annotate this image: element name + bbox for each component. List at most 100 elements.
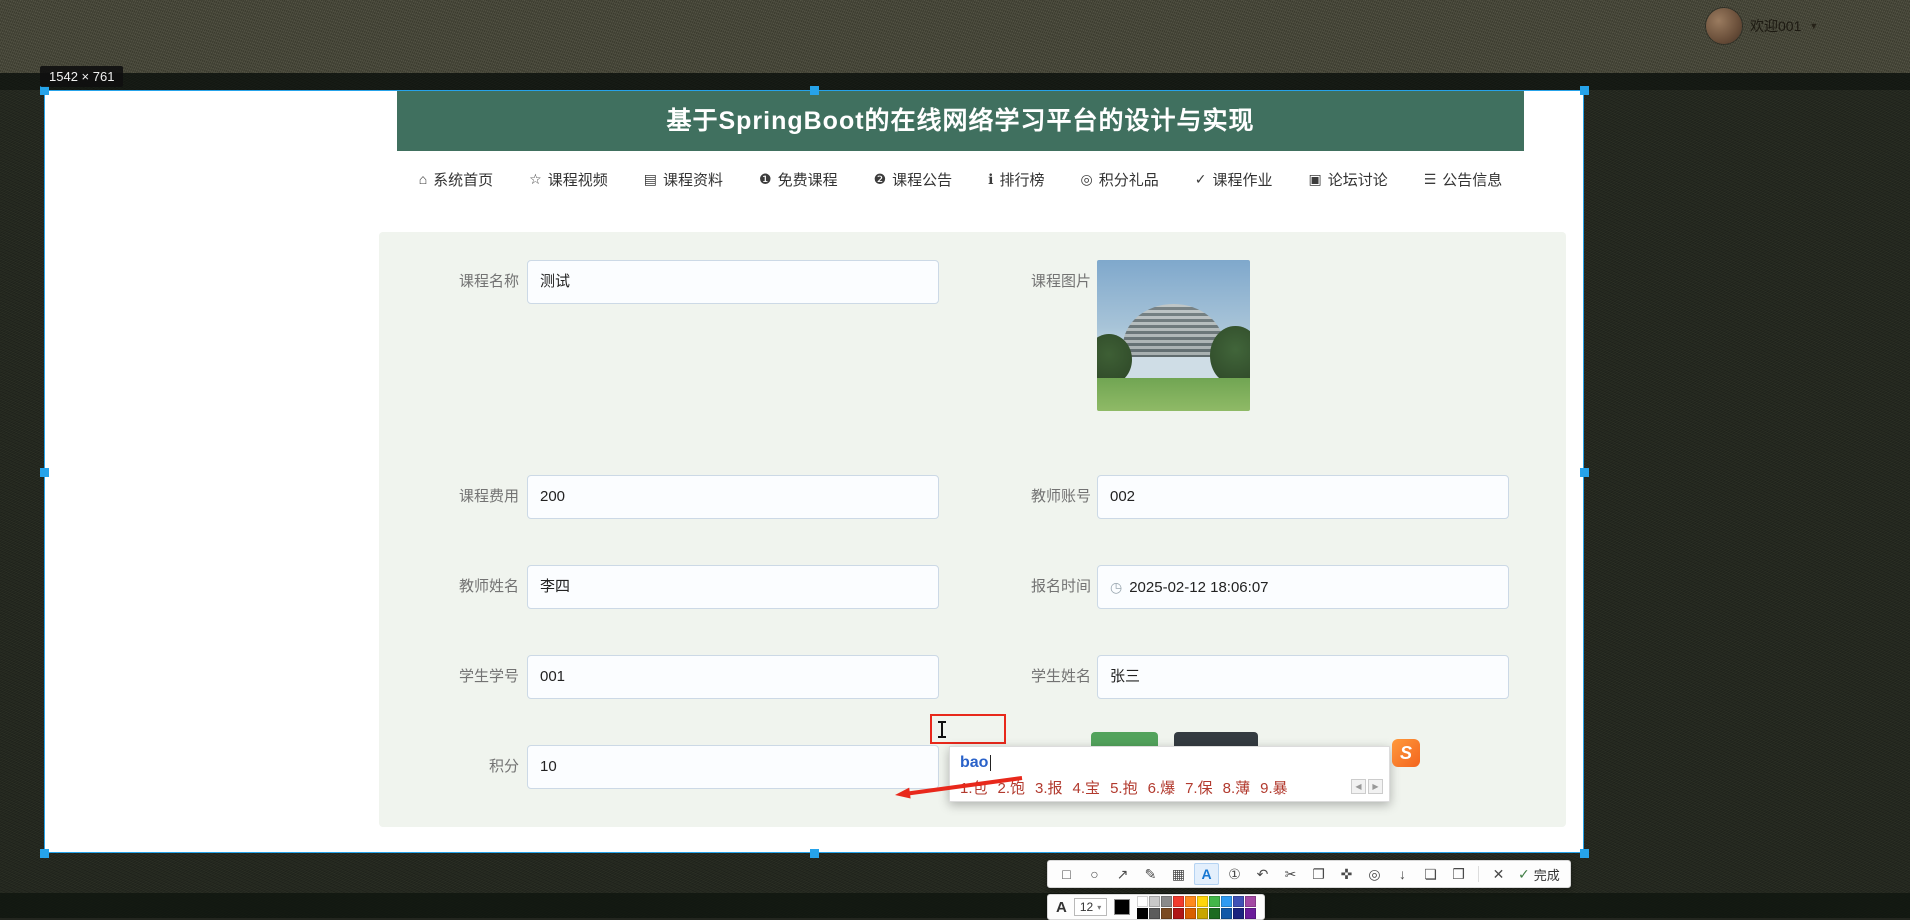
color-palette [1137,896,1256,919]
ime-next-page-button[interactable]: ▶ [1368,779,1383,794]
ime-candidate[interactable]: 7.保 [1185,777,1213,798]
palette-color[interactable] [1209,908,1220,919]
rectangle-tool-icon[interactable]: □ [1054,863,1079,885]
palette-color[interactable] [1221,896,1232,907]
palette-color[interactable] [1173,908,1184,919]
palette-color[interactable] [1233,896,1244,907]
ime-candidate[interactable]: 5.抱 [1110,777,1138,798]
palette-color[interactable] [1137,896,1148,907]
mosaic-tool-icon[interactable]: ▦ [1166,863,1191,885]
user-chip[interactable]: 欢迎001 ▼ [1706,8,1818,44]
palette-color[interactable] [1197,896,1208,907]
selection-handle-top-right[interactable] [1580,86,1589,95]
nav-item-notices[interactable]: ☰ 公告信息 [1424,169,1503,190]
nav-item-label: 免费课程 [778,169,838,190]
sogou-ime-logo[interactable]: S [1392,739,1420,767]
palette-color[interactable] [1197,908,1208,919]
signup-time-input[interactable]: ◷ 2025-02-12 18:06:07 [1097,565,1509,609]
palette-color[interactable] [1173,896,1184,907]
nav-item-course-videos[interactable]: ☆ 课程视频 [529,169,608,190]
palette-color[interactable] [1149,896,1160,907]
palette-color[interactable] [1185,908,1196,919]
copy-icon[interactable]: ❐ [1306,863,1331,885]
current-color-swatch[interactable] [1114,899,1130,915]
course-fee-input[interactable]: 200 [527,475,939,519]
student-id-input[interactable]: 001 [527,655,939,699]
site-header: 基于SpringBoot的在线网络学习平台的设计与实现 [397,91,1524,151]
palette-color[interactable] [1245,896,1256,907]
nav-item-icon: ☆ [529,171,542,188]
ime-candidate[interactable]: 6.爆 [1148,777,1176,798]
nav-item-course-announcements[interactable]: ❷ 课程公告 [874,169,953,190]
palette-color[interactable] [1209,896,1220,907]
screenshot-toolbar: □ ○ ↗ ✎ ▦ A ① ↶ ✂ ❐ ✜ ◎ ↓ ❏ ❒ ✕ ✓ 完成 [1047,860,1571,888]
font-size-select[interactable]: 12 ▾ [1074,898,1107,916]
nav-item-ranking[interactable]: ℹ 排行榜 [988,169,1044,190]
palette-color[interactable] [1245,908,1256,919]
font-indicator: A [1056,899,1067,916]
nav-item-course-materials[interactable]: ▤ 课程资料 [644,169,723,190]
nav-item-course-homework[interactable]: ✓ 课程作业 [1195,169,1273,190]
step-number-tool-icon[interactable]: ① [1222,863,1247,885]
palette-color[interactable] [1233,908,1244,919]
selection-handle-top-left[interactable] [40,86,49,95]
student-name-input[interactable]: 张三 [1097,655,1509,699]
pen-tool-icon[interactable]: ✎ [1138,863,1163,885]
course-name-input[interactable]: 测试 [527,260,939,304]
selection-handle-bottom-right[interactable] [1580,849,1589,858]
palette-color[interactable] [1185,896,1196,907]
palette-color[interactable] [1149,908,1160,919]
student-id-label: 学生学号 [399,655,519,699]
nav-item-free-courses[interactable]: ❶ 免费课程 [759,169,838,190]
close-icon[interactable]: ✕ [1486,863,1511,885]
cut-icon[interactable]: ✂ [1278,863,1303,885]
nav-item-label: 公告信息 [1442,169,1502,190]
student-name-label: 学生姓名 [971,655,1091,699]
done-button[interactable]: ✓ 完成 [1514,865,1564,884]
toolbar-separator [1478,866,1479,882]
selection-handle-top-middle[interactable] [810,86,819,95]
course-image-label: 课程图片 [971,260,1091,304]
dimmed-page-top: 欢迎001 ▼ [0,0,1910,73]
ime-candidate[interactable]: 4.宝 [1073,777,1101,798]
nav-item-label: 课程视频 [548,169,608,190]
selection-handle-bottom-left[interactable] [40,849,49,858]
ime-candidate[interactable]: 8.薄 [1223,777,1251,798]
nav-item-icon: ⌂ [419,171,427,187]
palette-color[interactable] [1161,896,1172,907]
save-icon[interactable]: ❏ [1418,863,1443,885]
download-icon[interactable]: ↓ [1390,863,1415,885]
selection-handle-bottom-middle[interactable] [810,849,819,858]
ellipse-tool-icon[interactable]: ○ [1082,863,1107,885]
palette-color[interactable] [1161,908,1172,919]
nav-item-forum[interactable]: ▣ 论坛讨论 [1308,169,1387,190]
chevron-down-icon[interactable]: ▼ [1809,21,1818,31]
points-label: 积分 [399,745,519,789]
font-size-value: 12 [1080,900,1093,914]
arrow-tool-icon[interactable]: ↗ [1110,863,1135,885]
teacher-name-label: 教师姓名 [399,565,519,609]
teacher-account-input[interactable]: 002 [1097,475,1509,519]
palette-color[interactable] [1221,908,1232,919]
nav-item-icon: ◎ [1081,171,1093,188]
nav-item-home[interactable]: ⌂ 系统首页 [419,169,493,190]
text-tool-icon[interactable]: A [1194,863,1219,885]
pin-icon[interactable]: ✜ [1334,863,1359,885]
nav-item-icon: ❶ [759,171,772,188]
record-icon[interactable]: ◎ [1362,863,1387,885]
palette-row-2 [1137,908,1256,919]
nav-item-label: 系统首页 [433,169,493,190]
nav-item-icon: ▤ [644,171,657,188]
selection-handle-right-middle[interactable] [1580,468,1589,477]
ime-prev-page-button[interactable]: ◀ [1351,779,1366,794]
ime-candidate[interactable]: 3.报 [1035,777,1063,798]
palette-color[interactable] [1137,908,1148,919]
teacher-name-input[interactable]: 李四 [527,565,939,609]
clipboard-icon[interactable]: ❒ [1446,863,1471,885]
nav-item-points-gifts[interactable]: ◎ 积分礼品 [1081,169,1159,190]
selection-handle-left-middle[interactable] [40,468,49,477]
course-image[interactable] [1097,260,1250,411]
capture-selection[interactable]: 基于SpringBoot的在线网络学习平台的设计与实现 ⌂ 系统首页 ☆ 课程视… [44,90,1584,853]
ime-candidate[interactable]: 9.暴 [1260,777,1288,798]
undo-icon[interactable]: ↶ [1250,863,1275,885]
